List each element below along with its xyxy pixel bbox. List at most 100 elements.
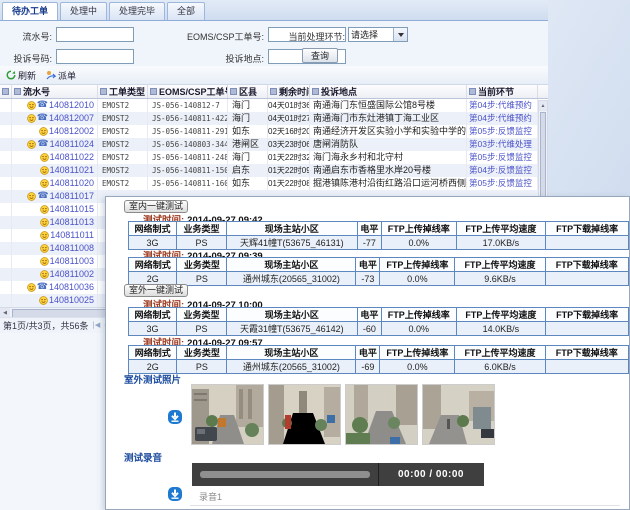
header-step[interactable]: 当前环节 (467, 85, 538, 98)
header-district[interactable]: 区县 (228, 85, 268, 98)
smiley-icon (40, 179, 49, 188)
header-serial[interactable]: 流水号 (12, 85, 98, 98)
step-select[interactable]: 请选择 (348, 27, 408, 42)
serial-link[interactable]: 140811011 (50, 229, 94, 242)
outdoor-test-button[interactable]: 室外一键测试 (124, 284, 188, 297)
header-type[interactable]: 工单类型 (98, 85, 148, 98)
serial-link[interactable]: 140810025 (49, 294, 94, 307)
serial-link[interactable]: 140812007 (49, 112, 94, 125)
serial-link[interactable]: 140811013 (50, 216, 94, 229)
test-photo-4[interactable] (423, 385, 494, 444)
smiley-icon (40, 218, 49, 227)
step-link[interactable]: 第04步:代维预约 (467, 112, 538, 125)
phone-icon: ☎ (37, 101, 48, 110)
serial-link[interactable]: 140811024 (50, 138, 94, 151)
smiley-icon (27, 192, 36, 201)
serial-link[interactable]: 140811003 (50, 255, 94, 268)
step-link[interactable]: 第05步:反馈监控 (467, 125, 538, 138)
grid-icon (312, 88, 319, 95)
remaining-cell: 02天16时20分 (268, 125, 310, 138)
eoms-cell: JS-056-140811-422 (148, 112, 228, 125)
serial-link[interactable]: 140811022 (50, 151, 94, 164)
table-row[interactable]: ☎140811024 EMOST2 JS-056-140803-344 港闸区 … (0, 138, 548, 151)
smiley-icon (27, 283, 36, 292)
serial-link[interactable]: 140811017 (50, 190, 94, 203)
table-row[interactable]: ☎140812007 EMOST2 JS-056-140811-422 海门 0… (0, 112, 548, 125)
phone-icon: ☎ (37, 140, 48, 149)
smiley-icon (39, 296, 48, 305)
district-cell: 如东 (228, 177, 268, 190)
test-photo-2[interactable] (269, 385, 340, 444)
serial-link[interactable]: 140811008 (50, 242, 94, 255)
dispatch-label: 派单 (58, 69, 76, 82)
test-photo-3[interactable] (346, 385, 417, 444)
phone-icon: ☎ (37, 192, 48, 201)
tab-completed[interactable]: 处理完毕 (109, 2, 165, 20)
dispatch-button[interactable]: 派单 (46, 69, 76, 82)
eoms-cell: JS-056-140811-150 (148, 164, 228, 177)
test-photo-1[interactable] (192, 385, 263, 444)
header-select[interactable] (0, 85, 12, 98)
eoms-label: EOMS/CSP工单号: (144, 30, 264, 43)
query-button[interactable]: 查询 (302, 48, 338, 63)
tab-processing[interactable]: 处理中 (60, 2, 107, 20)
grid-icon (270, 88, 277, 95)
audio-progress-track[interactable] (200, 471, 370, 478)
step-link[interactable]: 第04步:反馈监控 (467, 164, 538, 177)
type-cell: EMOST2 (98, 177, 148, 190)
table-row[interactable]: 140811021 EMOST2 JS-056-140811-150 启东 01… (0, 164, 548, 177)
smiley-icon (27, 101, 36, 110)
location-cell: 南通海门市东灶港镇丁海工业区 (310, 112, 467, 125)
first-page-button[interactable]: |◀ (93, 321, 101, 330)
remaining-cell: 03天23时06分 (268, 138, 310, 151)
table-row[interactable]: 140811020 EMOST2 JS-056-140811-160 如东 01… (0, 177, 548, 190)
search-form: 流水号: EOMS/CSP工单号: 当前处理环节: 请选择 投诉号码: 投诉地点… (0, 21, 548, 67)
download-photos-icon[interactable] (167, 409, 183, 425)
smiley-icon (27, 114, 36, 123)
serial-link[interactable]: 140811021 (50, 164, 94, 177)
step-link[interactable]: 第05步:反馈监控 (467, 177, 538, 190)
table-row[interactable]: 140812002 EMOST2 JS-056-140811-291 如东 02… (0, 125, 548, 138)
audio-player[interactable]: 00:00 / 00:00 (192, 463, 484, 486)
district-cell: 启东 (228, 164, 268, 177)
table-row[interactable]: 140811022 EMOST2 JS-056-140811-248 海门 01… (0, 151, 548, 164)
serial-link[interactable]: 140811002 (50, 268, 94, 281)
table-row[interactable]: ☎140812010 EMOST2 JS-056-140812-7 海门 04天… (0, 99, 548, 112)
serial-link[interactable]: 140810036 (49, 281, 94, 294)
remaining-cell: 01天22时08分 (268, 177, 310, 190)
eoms-cell: JS-056-140812-7 (148, 99, 228, 112)
location-cell: 南通经济开发区实验小学和实验中学的中间（老教... (310, 125, 467, 138)
location-cell: 唐闸消防队 (310, 138, 467, 151)
smiley-icon (40, 231, 49, 240)
eoms-cell: JS-056-140811-248 (148, 151, 228, 164)
remaining-cell: 01天22时32分 (268, 151, 310, 164)
serial-link[interactable]: 140811020 (50, 177, 94, 190)
audio-time: 00:00 / 00:00 (379, 463, 483, 486)
header-remaining[interactable]: 剩余时间 (268, 85, 310, 98)
tab-pending-orders[interactable]: 待办工单 (2, 2, 58, 20)
serial-link[interactable]: 140812010 (49, 99, 94, 112)
refresh-button[interactable]: 刷新 (6, 69, 36, 82)
eoms-cell: JS-056-140803-344 (148, 138, 228, 151)
location-cell: 海门海永乡村和北守村 (310, 151, 467, 164)
step-link[interactable]: 第05步:反馈监控 (467, 151, 538, 164)
chevron-down-icon[interactable] (393, 28, 407, 41)
scroll-up-icon[interactable]: ▲ (539, 101, 547, 111)
serial-input[interactable] (56, 27, 134, 42)
eoms-cell: JS-056-140811-160 (148, 177, 228, 190)
district-cell: 海门 (228, 112, 268, 125)
step-link[interactable]: 第03步:代维处理 (467, 138, 538, 151)
indoor-test-table-2: 网络制式业务类型现场主站小区电平FTP上传掉线率FTP上传平均速度FTP下载掉线… (128, 257, 629, 286)
header-location[interactable]: 投诉地点 (310, 85, 467, 98)
tab-all[interactable]: 全部 (167, 2, 205, 20)
recording-label: 录音1 (199, 490, 222, 503)
table-header: 流水号 工单类型 EOMS/CSP工单号 区县 剩余时间 投诉地点 当前环节 (0, 85, 548, 99)
smiley-icon (40, 153, 49, 162)
download-audio-icon[interactable] (167, 486, 183, 502)
step-link[interactable]: 第04步:代维预约 (467, 99, 538, 112)
serial-link[interactable]: 140811015 (50, 203, 94, 216)
header-eoms[interactable]: EOMS/CSP工单号 (148, 85, 228, 98)
complaint-phone-input[interactable] (56, 49, 134, 64)
district-cell: 海门 (228, 99, 268, 112)
serial-link[interactable]: 140812002 (49, 125, 94, 138)
